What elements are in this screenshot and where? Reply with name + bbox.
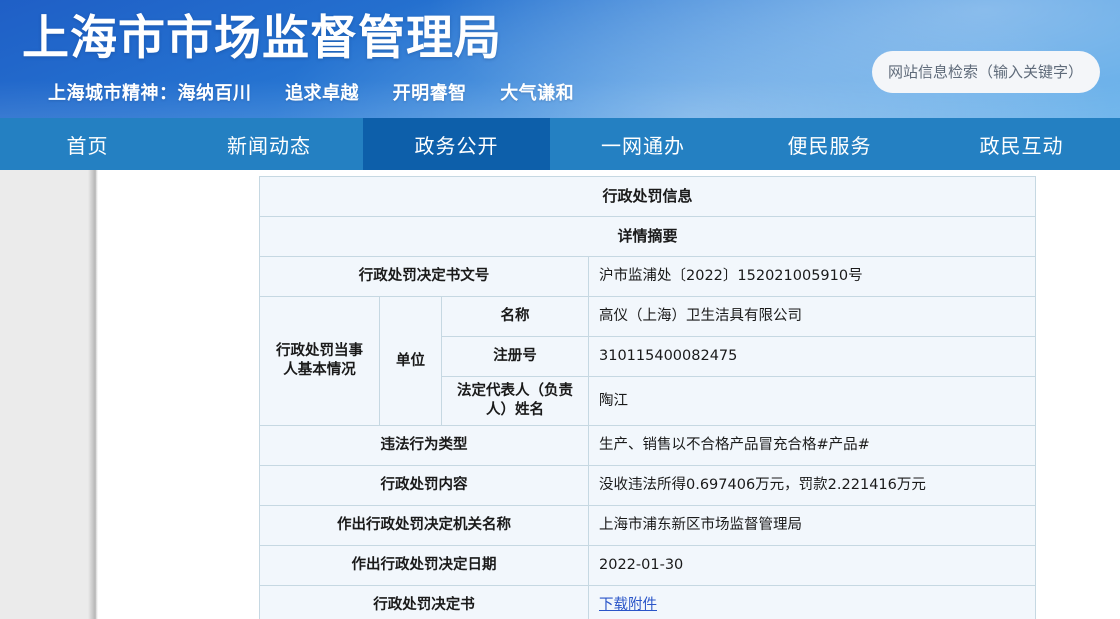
table-title: 行政处罚信息 [258, 176, 1037, 217]
label-doc-no: 行政处罚决定书文号 [259, 256, 589, 297]
nav-item-one-stop-service[interactable]: 一网通办 [550, 118, 736, 170]
table-row-violation-type: 违法行为类型 生产、销售以不合格产品冒充合格#产品# [259, 425, 1037, 466]
label-violation-type: 违法行为类型 [259, 425, 589, 466]
label-decision-document: 行政处罚决定书 [259, 585, 589, 619]
label-legal-representative: 法定代表人（负责人）姓名 [441, 376, 589, 426]
table-row-decision-date: 作出行政处罚决定日期 2022-01-30 [259, 545, 1037, 586]
value-registration-no: 310115400082475 [587, 336, 1037, 377]
nav-item-news[interactable]: 新闻动态 [175, 118, 363, 170]
nav-item-government-affairs[interactable]: 政务公开 [363, 118, 550, 170]
cell-attachment-link: 下载附件 [587, 585, 1037, 619]
penalty-info-table: 行政处罚信息 详情摘要 行政处罚决定书文号 沪市监浦处〔2022〕1520210… [258, 176, 1037, 619]
table-row-attachment: 行政处罚决定书 下载附件 [259, 585, 1037, 619]
value-party-name: 高仪（上海）卫生洁具有限公司 [587, 296, 1037, 337]
content-area: 行政处罚信息 详情摘要 行政处罚决定书文号 沪市监浦处〔2022〕1520210… [0, 170, 1120, 619]
value-violation-type: 生产、销售以不合格产品冒充合格#产品# [587, 425, 1037, 466]
table-row-title: 行政处罚信息 [258, 176, 1037, 217]
label-deciding-authority: 作出行政处罚决定机关名称 [259, 505, 589, 546]
label-party-basic-info: 行政处罚当事人基本情况 [259, 296, 380, 426]
main-navigation: 首页 新闻动态 政务公开 一网通办 便民服务 政民互动 [0, 118, 1120, 170]
left-panel-shadow [88, 170, 98, 619]
nav-item-citizen-interaction[interactable]: 政民互动 [923, 118, 1120, 170]
nav-item-public-service[interactable]: 便民服务 [736, 118, 923, 170]
label-registration-no: 注册号 [441, 336, 589, 377]
value-penalty-content: 没收违法所得0.697406万元，罚款2.221416万元 [587, 465, 1037, 506]
slogan-part-2: 追求卓越 [285, 83, 360, 104]
table-row-party-name: 行政处罚当事人基本情况 单位 名称 高仪（上海）卫生洁具有限公司 [259, 296, 1037, 426]
site-header-banner: 上海市市场监督管理局 上海城市精神：海纳百川 追求卓越 开明睿智 大气谦和 [0, 0, 1120, 118]
table-row-doc-no: 行政处罚决定书文号 沪市监浦处〔2022〕152021005910号 [259, 256, 1037, 297]
value-doc-no: 沪市监浦处〔2022〕152021005910号 [587, 256, 1037, 297]
slogan-part-4: 大气谦和 [500, 83, 575, 104]
value-deciding-authority: 上海市浦东新区市场监督管理局 [587, 505, 1037, 546]
site-title: 上海市市场监督管理局 [22, 11, 502, 66]
slogan-part-3: 开明睿智 [392, 83, 467, 104]
label-decision-date: 作出行政处罚决定日期 [259, 545, 589, 586]
table-row-authority: 作出行政处罚决定机关名称 上海市浦东新区市场监督管理局 [259, 505, 1037, 546]
site-slogan: 上海城市精神：海纳百川 追求卓越 开明睿智 大气谦和 [48, 82, 574, 106]
table-subtitle: 详情摘要 [258, 216, 1037, 257]
table-row-penalty-content: 行政处罚内容 没收违法所得0.697406万元，罚款2.221416万元 [259, 465, 1037, 506]
value-decision-date: 2022-01-30 [587, 545, 1037, 586]
search-input[interactable] [872, 51, 1100, 93]
left-side-panel [0, 170, 96, 619]
page-root: 上海市市场监督管理局 上海城市精神：海纳百川 追求卓越 开明睿智 大气谦和 首页… [0, 0, 1120, 619]
slogan-part-1: 上海城市精神：海纳百川 [48, 83, 252, 104]
download-attachment-link[interactable]: 下载附件 [599, 597, 657, 613]
label-penalty-content: 行政处罚内容 [259, 465, 589, 506]
value-legal-representative: 陶江 [587, 376, 1037, 426]
table-row-subtitle: 详情摘要 [258, 216, 1037, 257]
label-party-type-unit: 单位 [379, 296, 442, 426]
label-party-name: 名称 [441, 296, 589, 337]
nav-item-home[interactable]: 首页 [0, 118, 175, 170]
